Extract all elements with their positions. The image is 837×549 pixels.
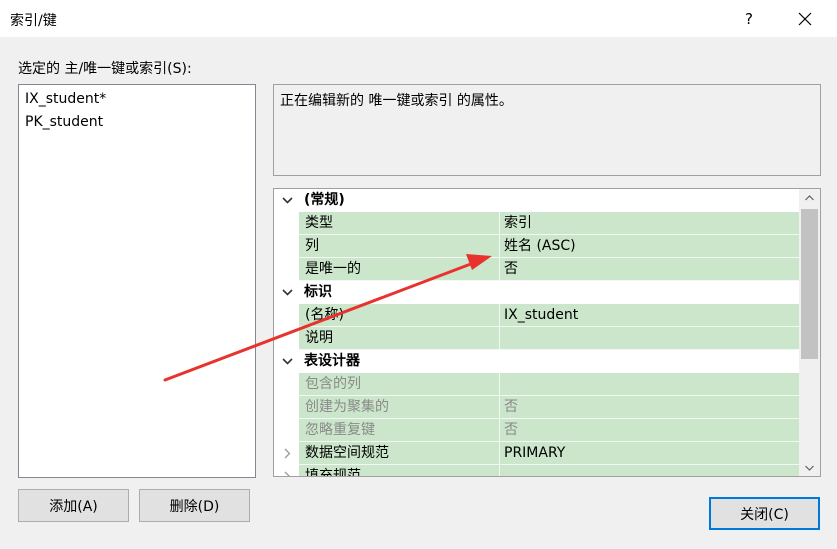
property-name: (名称) <box>299 304 500 327</box>
add-button[interactable]: 添加(A) <box>18 489 129 522</box>
row-gutter <box>274 304 299 327</box>
row-gutter <box>274 258 299 281</box>
property-row[interactable]: 是唯一的否 <box>274 258 799 281</box>
scrollbar-thumb[interactable] <box>801 209 818 359</box>
property-name: 类型 <box>299 212 500 235</box>
chevron-down-icon <box>805 465 814 471</box>
property-value[interactable] <box>500 327 799 350</box>
property-row[interactable]: 包含的列 <box>274 373 799 396</box>
property-row[interactable]: (名称) IX_student <box>274 304 799 327</box>
row-gutter <box>274 327 299 350</box>
property-name: 创建为聚集的 <box>299 396 500 419</box>
property-value[interactable] <box>500 465 799 476</box>
category-label: 表设计器 <box>304 353 360 369</box>
property-row[interactable]: 说明 <box>274 327 799 350</box>
close-button[interactable]: 关闭(C) <box>709 497 820 530</box>
list-item-pk-student[interactable]: PK_student <box>25 111 255 134</box>
window-title: 索引/键 <box>10 13 57 29</box>
property-value[interactable]: IX_student <box>500 304 799 327</box>
property-grid-rows: (常规) 类型 索引列姓名 (ASC) 是唯一的否标识 (名称) IX_student 说明… <box>274 189 799 476</box>
category-row[interactable]: 表设计器 <box>274 350 799 373</box>
property-name: 数据空间规范 <box>299 442 500 465</box>
row-gutter <box>274 212 299 235</box>
row-gutter <box>274 235 299 258</box>
property-value[interactable]: 否 <box>500 419 799 442</box>
index-list[interactable]: IX_student* PK_student <box>18 84 256 478</box>
property-value[interactable]: 否 <box>500 258 799 281</box>
close-window-button[interactable] <box>782 0 828 38</box>
title-bar: 索引/键 ? <box>0 0 837 38</box>
index-list-caption: 选定的 主/唯一键或索引(S): <box>18 61 192 77</box>
chevron-down-icon[interactable] <box>280 189 294 212</box>
vertical-scrollbar[interactable] <box>799 189 820 476</box>
property-name: 说明 <box>299 327 500 350</box>
property-value[interactable] <box>500 373 799 396</box>
help-button[interactable]: ? <box>726 0 772 38</box>
chevron-down-icon[interactable] <box>280 281 294 304</box>
property-name: 是唯一的 <box>299 258 500 281</box>
property-value[interactable]: 姓名 (ASC) <box>500 235 799 258</box>
property-row[interactable]: 忽略重复键否 <box>274 419 799 442</box>
row-gutter <box>274 373 299 396</box>
category-row[interactable]: (常规) <box>274 189 799 212</box>
chevron-right-icon[interactable] <box>280 465 294 476</box>
property-row[interactable]: 数据空间规范 PRIMARY <box>274 442 799 465</box>
property-grid[interactable]: (常规) 类型 索引列姓名 (ASC) 是唯一的否标识 (名称) IX_student 说明… <box>273 188 821 477</box>
property-value[interactable]: 否 <box>500 396 799 419</box>
close-icon <box>798 12 812 26</box>
category-label: 标识 <box>304 284 332 300</box>
scroll-up-arrow[interactable] <box>799 189 820 206</box>
property-value[interactable]: 索引 <box>500 212 799 235</box>
property-name: 包含的列 <box>299 373 500 396</box>
property-name: 填充规范 <box>299 465 500 476</box>
chevron-down-icon[interactable] <box>280 350 294 373</box>
property-value[interactable]: PRIMARY <box>500 442 799 465</box>
list-item-ix-student[interactable]: IX_student* <box>25 88 255 111</box>
property-name: 忽略重复键 <box>299 419 500 442</box>
row-gutter <box>274 396 299 419</box>
category-row[interactable]: 标识 <box>274 281 799 304</box>
property-name: 列 <box>299 235 500 258</box>
property-row[interactable]: 创建为聚集的否 <box>274 396 799 419</box>
property-row[interactable]: 填充规范 <box>274 465 799 476</box>
scroll-down-arrow[interactable] <box>799 459 820 476</box>
property-row[interactable]: 列姓名 (ASC) <box>274 235 799 258</box>
category-label: (常规) <box>304 192 345 208</box>
description-box: 正在编辑新的 唯一键或索引 的属性。 <box>273 84 821 176</box>
row-gutter <box>274 419 299 442</box>
chevron-right-icon[interactable] <box>280 442 294 465</box>
property-row[interactable]: 类型 索引 <box>274 212 799 235</box>
delete-button[interactable]: 删除(D) <box>139 489 250 522</box>
chevron-up-icon <box>805 194 814 200</box>
